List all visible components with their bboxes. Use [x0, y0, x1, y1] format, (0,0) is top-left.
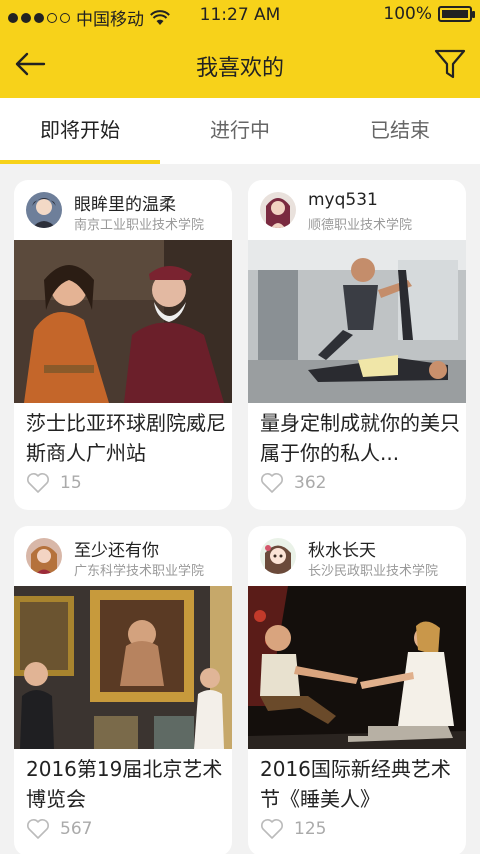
event-photo[interactable] [248, 586, 466, 749]
battery-percent: 100% [383, 4, 432, 24]
filter-icon [434, 49, 466, 79]
tab-ongoing[interactable]: 进行中 [160, 98, 320, 164]
heart-icon [261, 819, 283, 839]
event-photo[interactable] [14, 240, 232, 403]
like-counter[interactable]: 567 [26, 818, 92, 840]
avatar[interactable] [26, 538, 62, 574]
card-header: myq531 顺德职业技术学院 [248, 180, 466, 240]
event-photo[interactable] [14, 586, 232, 749]
user-name: myq531 [308, 190, 378, 210]
card-header: 至少还有你 广东科学技术职业学院 [14, 526, 232, 586]
event-title: 2016国际新经典艺术节《睡美人》 [260, 757, 451, 811]
like-count: 567 [60, 819, 93, 839]
event-title: 2016第19届北京艺术博览会 [26, 757, 223, 811]
user-school: 广东科学技术职业学院 [74, 564, 205, 579]
nav-bar: 我喜欢的 [0, 30, 480, 98]
avatar[interactable] [26, 192, 62, 228]
like-count: 15 [60, 473, 82, 493]
top-bar: 中国移动 11:27 AM 100% 我喜欢的 [0, 0, 480, 98]
page-title: 我喜欢的 [195, 56, 284, 81]
event-photo[interactable] [248, 240, 466, 403]
filter-button[interactable] [428, 42, 472, 86]
event-title: 量身定制成就你的美只属于你的私人... [260, 411, 460, 465]
user-school: 长沙民政职业技术学院 [308, 564, 439, 579]
event-card[interactable]: myq531 顺德职业技术学院 量身定制成就你的美只属于你的私人... 362 [248, 180, 466, 510]
like-count: 362 [294, 473, 327, 493]
tab-upcoming[interactable]: 即将开始 [0, 98, 160, 164]
event-title: 莎士比亚环球剧院威尼斯商人广州站 [26, 411, 226, 465]
event-card[interactable]: 至少还有你 广东科学技术职业学院 2016第19届北京艺术博览会 567 [14, 526, 232, 854]
avatar[interactable] [260, 192, 296, 228]
card-header: 秋水长天 长沙民政职业技术学院 [248, 526, 466, 586]
status-right: 100% [383, 4, 475, 24]
battery-icon [438, 6, 475, 22]
like-count: 125 [294, 819, 327, 839]
like-counter[interactable]: 362 [260, 472, 326, 494]
tab-bar: 即将开始 进行中 已结束 [0, 98, 480, 164]
avatar[interactable] [260, 538, 296, 574]
event-card[interactable]: 秋水长天 长沙民政职业技术学院 2016国际新经典艺术节《睡美人》 125 [248, 526, 466, 854]
user-name: 至少还有你 [74, 541, 159, 561]
user-name: 眼眸里的温柔 [74, 195, 176, 215]
heart-icon [27, 473, 49, 493]
user-school: 南京工业职业技术学院 [74, 218, 205, 233]
status-bar: 中国移动 11:27 AM 100% [0, 0, 480, 30]
tab-ended[interactable]: 已结束 [320, 98, 480, 164]
heart-icon [27, 819, 49, 839]
heart-icon [261, 473, 283, 493]
event-card[interactable]: 眼眸里的温柔 南京工业职业技术学院 莎士比亚环球剧院威尼斯商人广州站 15 [14, 180, 232, 510]
user-school: 顺德职业技术学院 [308, 218, 413, 233]
card-header: 眼眸里的温柔 南京工业职业技术学院 [14, 180, 232, 240]
like-counter[interactable]: 15 [26, 472, 82, 494]
user-name: 秋水长天 [308, 541, 376, 561]
like-counter[interactable]: 125 [260, 818, 326, 840]
